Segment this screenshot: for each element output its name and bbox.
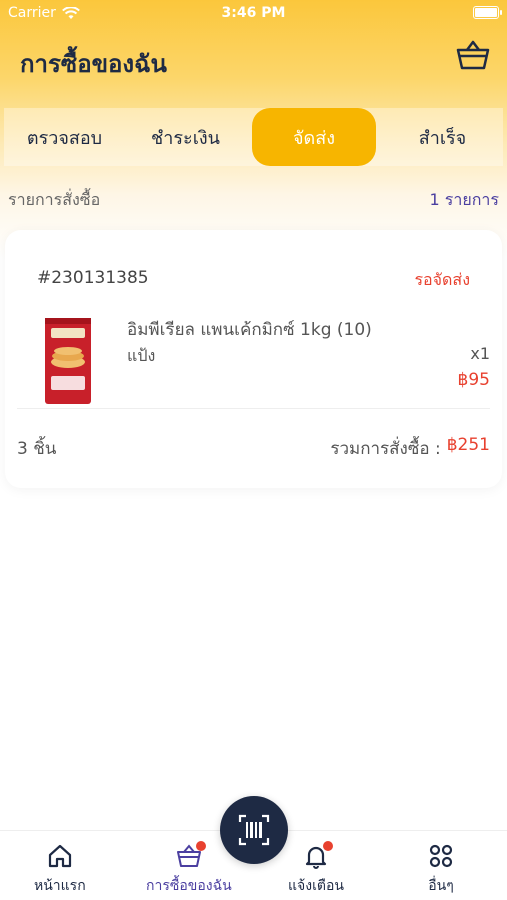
- order-card[interactable]: #230131385 รอจัดส่ง อิมพีเรียล แพนเค้กมิ…: [5, 230, 502, 488]
- tab-completed[interactable]: สำเร็จ: [382, 108, 503, 166]
- order-items-count: 3 ชิ้น: [17, 439, 57, 459]
- status-bar: Carrier 3:46 PM: [0, 0, 507, 28]
- product-category: แป้ง: [127, 346, 156, 365]
- tab-payment[interactable]: ชำระเงิน: [125, 108, 246, 166]
- nav-more-label: อื่นๆ: [428, 878, 454, 894]
- order-total-amount: ฿251: [446, 435, 490, 455]
- cart-button[interactable]: [455, 38, 491, 74]
- basket-icon: [456, 40, 490, 70]
- scan-barcode-button[interactable]: [220, 796, 288, 864]
- product-price: ฿95: [457, 370, 490, 390]
- order-list-header: รายการสั่งซื้อ 1 รายการ: [8, 188, 499, 213]
- notification-dot: [322, 841, 333, 851]
- nav-my-orders[interactable]: การซื้อของฉัน: [146, 841, 232, 897]
- status-time: 3:46 PM: [221, 5, 286, 21]
- barcode-icon: [238, 814, 270, 846]
- product-name: อิมพีเรียล แพนเค้กมิกซ์ 1kg (10): [127, 320, 372, 340]
- order-total-label: รวมการสั่งซื้อ :: [330, 439, 441, 459]
- order-number: #230131385: [37, 268, 149, 288]
- nav-home-label: หน้าแรก: [34, 878, 86, 894]
- nav-notifications-label: แจ้งเตือน: [288, 878, 344, 894]
- tab-review[interactable]: ตรวจสอบ: [4, 108, 125, 166]
- product-image: [45, 318, 91, 404]
- order-list-count: 1 รายการ: [429, 190, 499, 209]
- order-status-tabs: ตรวจสอบ ชำระเงิน จัดส่ง สำเร็จ: [4, 108, 503, 166]
- nav-notifications[interactable]: แจ้งเตือน: [288, 841, 344, 897]
- order-list-label: รายการสั่งซื้อ: [8, 190, 101, 209]
- tab-shipping[interactable]: จัดส่ง: [252, 108, 376, 166]
- nav-my-orders-label: การซื้อของฉัน: [146, 878, 232, 894]
- nav-home[interactable]: หน้าแรก: [34, 843, 86, 897]
- order-status-badge: รอจัดส่ง: [414, 270, 470, 289]
- home-icon: [48, 844, 71, 868]
- card-divider: [17, 408, 490, 409]
- page-title: การซื้อของฉัน: [20, 50, 167, 78]
- nav-more[interactable]: อื่นๆ: [428, 843, 454, 897]
- order-total: รวมการสั่งซื้อ : ฿251: [330, 435, 490, 462]
- product-quantity: x1: [470, 344, 490, 363]
- battery-icon: [473, 6, 502, 19]
- notification-dot: [195, 841, 206, 851]
- grid-icon: [429, 844, 453, 868]
